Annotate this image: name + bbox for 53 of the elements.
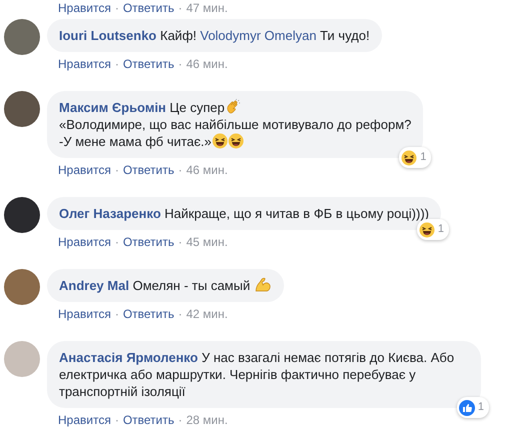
mention-link[interactable]: Volodymyr Omelyan — [200, 28, 316, 43]
reply-link[interactable]: Ответить — [122, 162, 174, 178]
separator-dot: · — [178, 56, 182, 72]
thumbs-up-icon — [458, 400, 475, 416]
separator-dot: · — [178, 234, 182, 250]
avatar-photo[interactable] — [4, 197, 40, 233]
separator-dot: · — [114, 162, 119, 178]
author-link[interactable]: Максим Єрьомін — [59, 100, 166, 115]
reply-link[interactable]: Ответить — [122, 234, 174, 250]
reaction-count: 1 — [420, 150, 426, 165]
like-link[interactable]: Нравится — [58, 0, 111, 16]
author-link[interactable]: Анастасія Ярмоленко — [59, 350, 198, 365]
comment-time: 45 мин. — [186, 234, 228, 250]
separator-dot: · — [114, 306, 119, 322]
separator-dot: · — [178, 162, 182, 178]
laughing-face-icon — [418, 222, 435, 238]
laughing-face-icon — [228, 133, 244, 149]
separator-dot: · — [114, 0, 119, 16]
comment-time: 42 мин. — [186, 306, 228, 322]
separator-dot: · — [178, 0, 182, 16]
laughing-face-icon — [212, 133, 228, 149]
comment-text: Andrey Mal Омелян - ты самый — [59, 278, 272, 293]
laughing-face-icon — [401, 150, 418, 166]
separator-dot: · — [114, 56, 119, 72]
reply-link[interactable]: Ответить — [122, 306, 174, 322]
comment-time: 46 мин. — [186, 162, 228, 178]
separator-dot: · — [178, 412, 182, 428]
like-link[interactable]: Нравится — [58, 234, 111, 250]
reply-link[interactable]: Ответить — [122, 56, 174, 72]
separator-dot: · — [178, 306, 182, 322]
author-link[interactable]: Iouri Loutsenko — [59, 28, 156, 43]
like-link[interactable]: Нравится — [58, 56, 111, 72]
like-link[interactable]: Нравится — [58, 412, 111, 428]
author-link[interactable]: Олег Назаренко — [59, 206, 161, 221]
like-link[interactable]: Нравится — [58, 306, 111, 322]
reaction-count: 1 — [438, 222, 444, 237]
comment-text: Олег Назаренко Найкраще, що я читав в ФБ в цьому році)))) — [59, 206, 429, 221]
reply-link[interactable]: Ответить — [122, 412, 174, 428]
comment-text: Iouri Loutsenko Кайф! Volodymyr Omelyan Ти чудо! — [59, 28, 370, 43]
comment-time: 28 мин. — [186, 412, 228, 428]
comment-text: Максим Єрьомін Це супер «Володимире, що вас найбільше мотивувало до реформ? -У мене мама фб читає.» — [59, 100, 412, 149]
clapping-hands-icon — [224, 99, 241, 115]
comment-time: 46 мин. — [186, 56, 228, 72]
comment-text: Анастасія Ярмоленко У нас взагалі немає потягів до Києва. Або електричка або маршрутки. Чернігів фактично перебуває у транспортній ізоляції — [59, 350, 454, 399]
reply-link[interactable]: Ответить — [122, 0, 174, 16]
avatar-photo[interactable] — [4, 91, 40, 127]
like-link[interactable]: Нравится — [58, 162, 111, 178]
separator-dot: · — [114, 412, 119, 428]
comment-time: 47 мин. — [186, 0, 228, 16]
flexed-arm-icon — [254, 277, 272, 293]
reaction-count: 1 — [478, 400, 484, 415]
author-link[interactable]: Andrey Mal — [59, 278, 130, 293]
separator-dot: · — [114, 234, 119, 250]
